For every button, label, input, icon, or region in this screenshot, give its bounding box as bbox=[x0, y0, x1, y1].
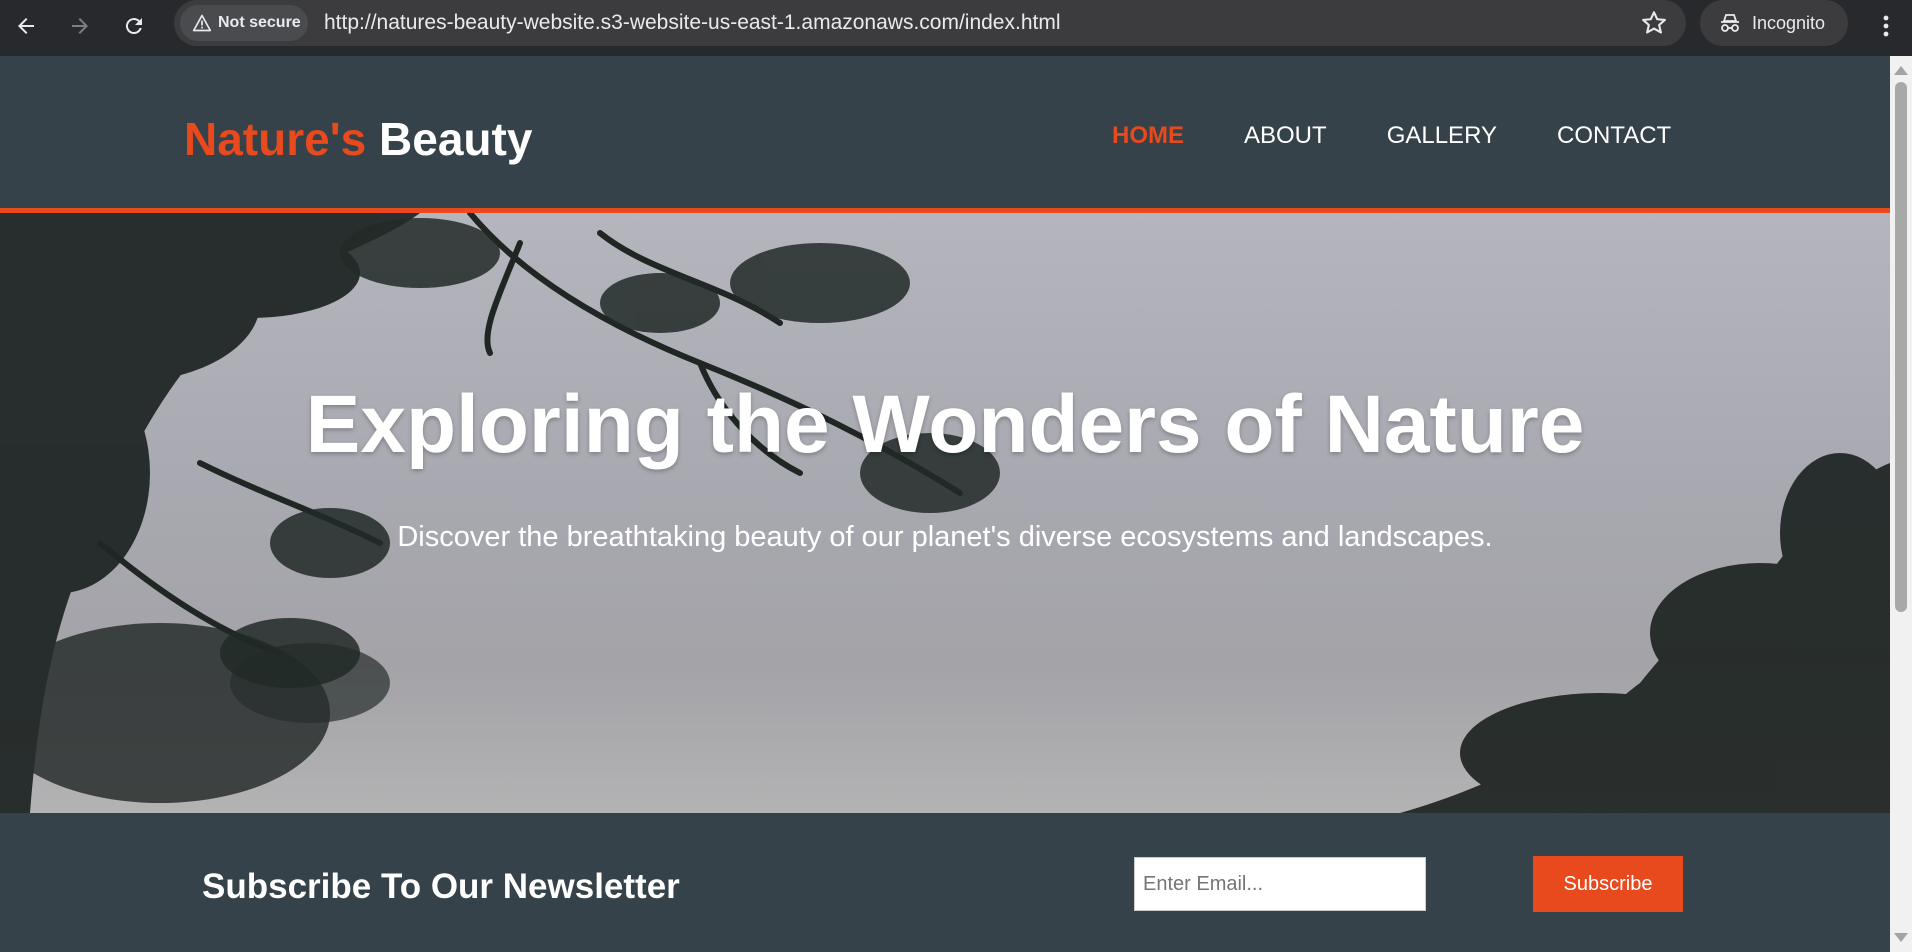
scroll-up-arrow-icon[interactable] bbox=[1894, 66, 1908, 75]
bookmark-star-icon[interactable] bbox=[1640, 9, 1668, 37]
incognito-indicator[interactable]: Incognito bbox=[1700, 0, 1848, 46]
browser-toolbar: Not secure http://natures-beauty-website… bbox=[0, 0, 1912, 56]
hero-section: Exploring the Wonders of Nature Discover… bbox=[0, 213, 1890, 813]
scroll-down-arrow-icon[interactable] bbox=[1894, 933, 1908, 942]
hero-subtitle: Discover the breathtaking beauty of our … bbox=[397, 521, 1493, 553]
kebab-menu-icon bbox=[1883, 15, 1889, 37]
newsletter-title: Subscribe To Our Newsletter bbox=[202, 867, 680, 906]
page-viewport: Nature's Beauty HOME ABOUT GALLERY CONTA… bbox=[0, 56, 1890, 952]
main-nav: HOME ABOUT GALLERY CONTACT bbox=[1112, 122, 1671, 150]
incognito-label: Incognito bbox=[1752, 12, 1826, 33]
subscribe-button[interactable]: Subscribe bbox=[1533, 856, 1683, 912]
url-text[interactable]: http://natures-beauty-website.s3-website… bbox=[324, 11, 1061, 35]
logo-rest: Beauty bbox=[379, 113, 533, 165]
reload-icon bbox=[125, 18, 142, 35]
security-label: Not secure bbox=[218, 14, 301, 31]
reload-button[interactable] bbox=[114, 6, 154, 46]
logo-highlight: Nature's bbox=[184, 113, 367, 165]
security-chip[interactable]: Not secure bbox=[180, 5, 308, 41]
browser-menu-button[interactable] bbox=[1866, 6, 1906, 46]
nav-link-home[interactable]: HOME bbox=[1112, 122, 1184, 150]
nav-link-about[interactable]: ABOUT bbox=[1244, 122, 1327, 150]
address-bar[interactable]: Not secure http://natures-beauty-website… bbox=[174, 0, 1686, 46]
nav-link-contact[interactable]: CONTACT bbox=[1557, 122, 1671, 150]
back-button[interactable] bbox=[6, 6, 46, 46]
warning-icon bbox=[192, 14, 212, 32]
forward-button[interactable] bbox=[60, 6, 100, 46]
email-field[interactable] bbox=[1134, 857, 1426, 911]
nav-link-gallery[interactable]: GALLERY bbox=[1387, 122, 1497, 150]
hero-title: Exploring the Wonders of Nature bbox=[305, 379, 1585, 470]
forward-arrow-icon bbox=[72, 18, 88, 34]
incognito-icon bbox=[1721, 14, 1739, 32]
page-scrollbar[interactable] bbox=[1890, 56, 1912, 952]
site-header: Nature's Beauty HOME ABOUT GALLERY CONTA… bbox=[0, 56, 1890, 208]
site-logo[interactable]: Nature's Beauty bbox=[184, 112, 532, 166]
scrollbar-thumb[interactable] bbox=[1895, 82, 1907, 612]
hero-background-image bbox=[0, 213, 1890, 813]
newsletter-section: Subscribe To Our Newsletter Subscribe bbox=[0, 813, 1890, 952]
back-arrow-icon bbox=[18, 18, 34, 34]
